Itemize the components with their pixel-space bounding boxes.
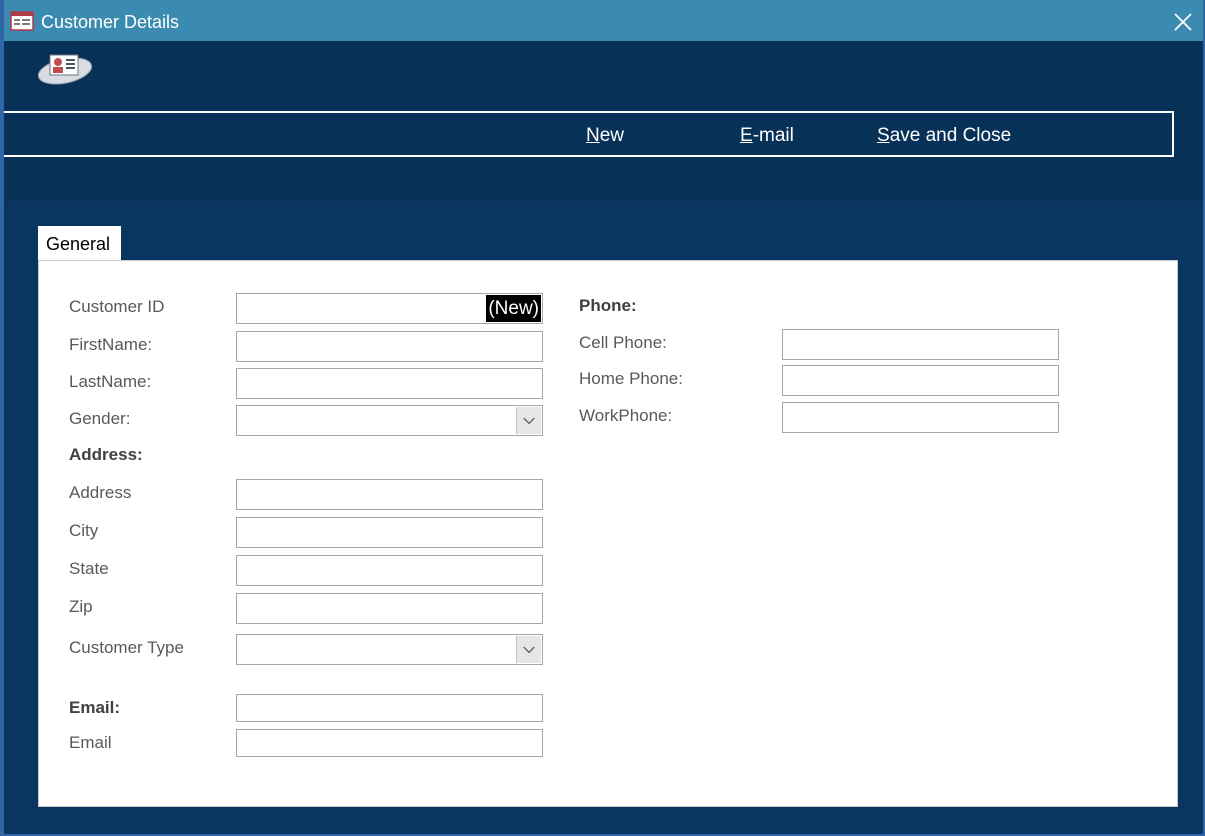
window-title: Customer Details [41, 12, 180, 32]
city-field[interactable] [236, 517, 543, 548]
form-icon [10, 11, 34, 31]
customer-details-window: Customer Details New E-mail Save and Clo… [0, 0, 1205, 836]
state-field[interactable] [236, 555, 543, 586]
form-header: New E-mail Save and Close [4, 41, 1203, 201]
customer-type-dropdown[interactable] [236, 634, 543, 665]
customer-id-label: Customer ID [69, 297, 165, 316]
title-bar: Customer Details [4, 0, 1203, 41]
tab-general-label: General [46, 234, 111, 254]
chevron-down-icon[interactable] [516, 636, 541, 663]
cell-phone-field[interactable] [782, 329, 1059, 360]
work-phone-label: WorkPhone: [579, 406, 673, 425]
home-phone-field[interactable] [782, 365, 1059, 396]
contact-card-icon [37, 54, 93, 85]
email-button[interactable]: E-mail [740, 125, 794, 147]
first-name-label: FirstName: [69, 335, 153, 354]
customer-id-value: (New) [486, 295, 541, 322]
new-button[interactable]: New [586, 125, 624, 147]
gender-dropdown[interactable] [236, 405, 543, 436]
home-phone-label: Home Phone: [579, 369, 683, 388]
close-icon[interactable] [1164, 4, 1200, 40]
phone-section-label: Phone: [579, 296, 637, 315]
city-label: City [69, 521, 99, 540]
first-name-field[interactable] [236, 331, 543, 362]
general-panel: Customer ID (New) FirstName: LastName: G… [38, 260, 1178, 807]
address-field[interactable] [236, 479, 543, 510]
zip-label: Zip [69, 597, 93, 616]
tab-general[interactable]: General [38, 226, 121, 261]
save-and-close-button[interactable]: Save and Close [877, 125, 1011, 147]
customer-type-label: Customer Type [69, 638, 184, 657]
last-name-label: LastName: [69, 372, 152, 391]
chevron-down-icon[interactable] [516, 407, 541, 434]
address-section-label: Address: [69, 445, 143, 464]
last-name-field[interactable] [236, 368, 543, 399]
email-section-label: Email: [69, 698, 121, 717]
email-label: Email [69, 733, 112, 752]
work-phone-field[interactable] [782, 402, 1059, 433]
email-section-field[interactable] [236, 694, 543, 722]
customer-id-field[interactable]: (New) [236, 293, 543, 324]
cell-phone-label: Cell Phone: [579, 333, 667, 352]
state-label: State [69, 559, 109, 578]
command-bar: New E-mail Save and Close [4, 111, 1174, 157]
address-label: Address [69, 483, 132, 502]
gender-label: Gender: [69, 409, 131, 428]
zip-field[interactable] [236, 593, 543, 624]
email-field[interactable] [236, 729, 543, 757]
